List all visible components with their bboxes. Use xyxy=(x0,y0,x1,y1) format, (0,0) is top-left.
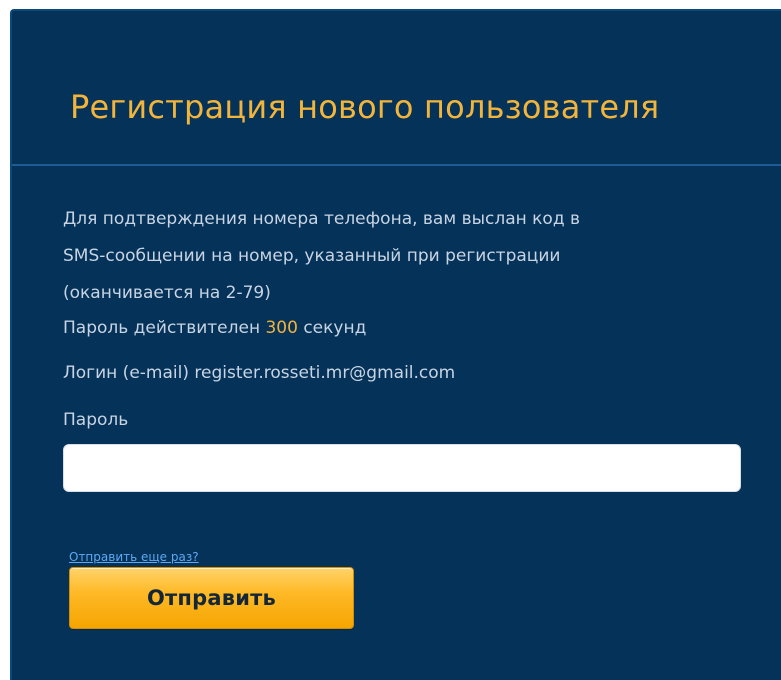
sms-message-line-3: (оканчивается на 2-79) xyxy=(63,283,271,303)
page-frame: Регистрация нового пользователя Для подт… xyxy=(0,0,781,680)
resend-code-link[interactable]: Отправить еще раз? xyxy=(69,550,199,564)
submit-button[interactable]: Отправить xyxy=(69,567,354,629)
password-validity-text: Пароль действителен 300 секунд xyxy=(63,316,366,340)
registration-panel: Регистрация нового пользователя Для подт… xyxy=(10,9,781,680)
password-label: Пароль xyxy=(63,410,129,430)
login-info: Логин (e-mail) register.rosseti.mr@gmail… xyxy=(63,361,455,385)
title-divider xyxy=(12,164,781,166)
password-validity-suffix: секунд xyxy=(303,318,367,338)
sms-message-line-1: Для подтверждения номера телефона, вам в… xyxy=(63,209,581,229)
page-title: Регистрация нового пользователя xyxy=(70,88,660,126)
password-validity-prefix: Пароль действителен xyxy=(63,318,261,338)
password-validity-seconds: 300 xyxy=(265,318,298,338)
login-email: register.rosseti.mr@gmail.com xyxy=(194,363,456,383)
password-input[interactable] xyxy=(63,444,741,492)
sms-message-line-2: SMS-сообщении на номер, указанный при ре… xyxy=(63,246,561,266)
login-label: Логин (e-mail) xyxy=(63,363,189,383)
